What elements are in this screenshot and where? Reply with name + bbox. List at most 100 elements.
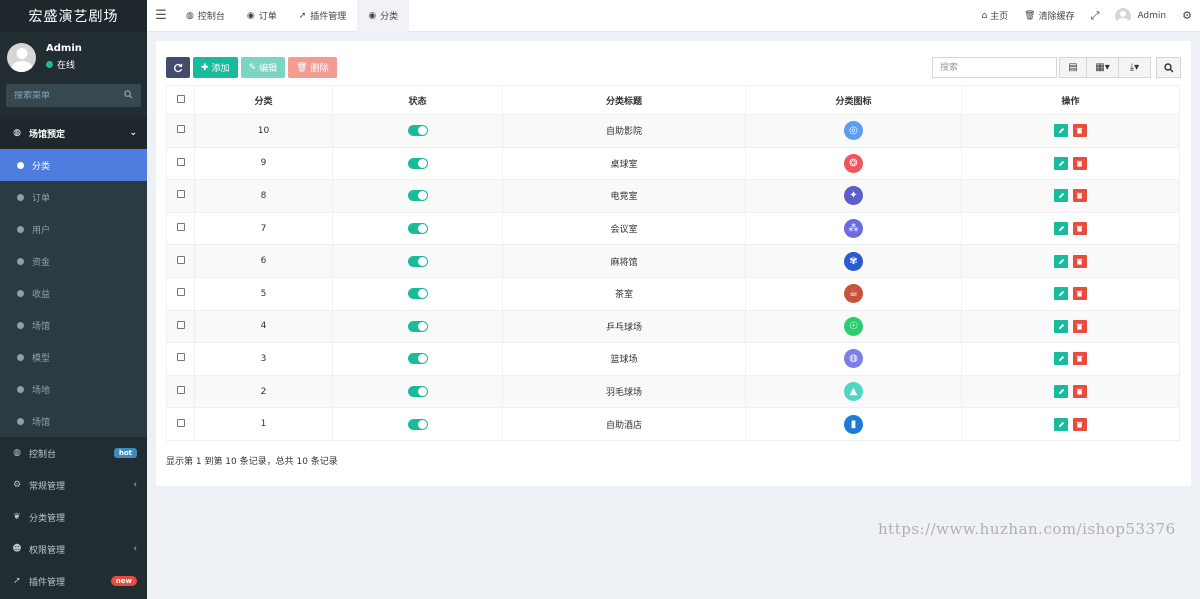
row-delete-button[interactable] bbox=[1072, 189, 1087, 203]
table-row[interactable]: 7 会议室 ⁂ bbox=[166, 211, 1180, 246]
menu-toggle-icon[interactable]: ☰ bbox=[147, 8, 175, 23]
select-all-cell[interactable] bbox=[166, 85, 195, 115]
row-edit-button[interactable] bbox=[1054, 417, 1069, 431]
brand-logo[interactable]: 宏盛演艺剧场 bbox=[0, 0, 147, 32]
row-select-cell[interactable] bbox=[166, 407, 195, 441]
row-select-cell[interactable] bbox=[166, 244, 195, 278]
select-all-checkbox[interactable] bbox=[176, 94, 185, 103]
row-delete-button[interactable] bbox=[1072, 156, 1087, 170]
row-edit-button[interactable] bbox=[1054, 254, 1069, 268]
tab-orders[interactable]: ◉ 订单 bbox=[236, 0, 288, 32]
sidebar-item-funds[interactable]: 资金 bbox=[0, 245, 147, 277]
row-delete-button[interactable] bbox=[1072, 254, 1087, 268]
table-search-input[interactable] bbox=[932, 57, 1057, 78]
sidebar-item-plugins[interactable]: ➚ 插件管理 new bbox=[0, 565, 147, 597]
sidebar-item-general[interactable]: ⚙ 常规管理 ‹ bbox=[0, 469, 147, 501]
sidebar-item-users[interactable]: 用户 bbox=[0, 213, 147, 245]
status-toggle[interactable] bbox=[407, 190, 428, 202]
table-row[interactable]: 2 羽毛球场 ▲ bbox=[166, 374, 1180, 409]
table-row[interactable]: 10 自助影院 ◎ bbox=[166, 114, 1180, 148]
table-row[interactable]: 9 桌球室 ❂ bbox=[166, 146, 1180, 181]
settings-icon[interactable]: ⚙ bbox=[1174, 9, 1200, 22]
row-edit-button[interactable] bbox=[1054, 222, 1069, 236]
add-button[interactable]: ✚ 添加 bbox=[193, 57, 238, 78]
row-checkbox[interactable] bbox=[176, 418, 185, 427]
admin-menu[interactable]: Admin bbox=[1107, 7, 1174, 24]
sidebar-search-input[interactable] bbox=[14, 90, 114, 101]
sidebar-item-venues[interactable]: 场馆 bbox=[0, 309, 147, 341]
table-row[interactable]: 3 篮球场 ◍ bbox=[166, 342, 1180, 376]
column-header-status[interactable]: 状态 bbox=[332, 85, 503, 115]
row-checkbox[interactable] bbox=[176, 223, 185, 232]
row-delete-button[interactable] bbox=[1072, 124, 1087, 138]
row-select-cell[interactable] bbox=[166, 374, 195, 409]
row-edit-button[interactable] bbox=[1054, 287, 1069, 301]
search-icon[interactable] bbox=[124, 89, 133, 102]
row-checkbox[interactable] bbox=[176, 157, 185, 166]
row-delete-button[interactable] bbox=[1072, 319, 1087, 333]
table-row[interactable]: 1 自助酒店 ▮ bbox=[166, 407, 1180, 441]
row-select-cell[interactable] bbox=[166, 342, 195, 376]
sidebar-item-category-manage[interactable]: ❦ 分类管理 bbox=[0, 501, 147, 533]
column-header-icon[interactable]: 分类图标 bbox=[745, 85, 962, 115]
columns-button[interactable]: ▦▾ bbox=[1086, 57, 1119, 78]
row-select-cell[interactable] bbox=[166, 276, 195, 311]
search-button[interactable] bbox=[1156, 57, 1181, 78]
fullscreen-icon[interactable]: ⤢ bbox=[1083, 9, 1108, 23]
home-link[interactable]: ⌂ 主页 bbox=[973, 9, 1016, 23]
status-toggle[interactable] bbox=[407, 418, 428, 430]
row-checkbox[interactable] bbox=[176, 353, 185, 362]
row-checkbox[interactable] bbox=[176, 386, 185, 395]
row-checkbox[interactable] bbox=[176, 288, 185, 297]
sidebar-item-earnings[interactable]: 收益 bbox=[0, 277, 147, 309]
row-checkbox[interactable] bbox=[176, 255, 185, 264]
row-edit-button[interactable] bbox=[1054, 319, 1069, 333]
row-delete-button[interactable] bbox=[1072, 417, 1087, 431]
row-checkbox[interactable] bbox=[176, 190, 185, 199]
toggle-view-button[interactable]: ▤ bbox=[1059, 57, 1087, 78]
status-toggle[interactable] bbox=[407, 320, 428, 332]
status-toggle[interactable] bbox=[407, 157, 428, 169]
sidebar-group-venue-booking[interactable]: ◍ 场馆预定 ⌄ bbox=[0, 117, 147, 149]
clear-cache-button[interactable]: 🗑 清除缓存 bbox=[1016, 9, 1082, 23]
row-select-cell[interactable] bbox=[166, 179, 195, 213]
row-delete-button[interactable] bbox=[1072, 222, 1087, 236]
status-toggle[interactable] bbox=[407, 288, 428, 300]
row-edit-button[interactable] bbox=[1054, 352, 1069, 366]
row-delete-button[interactable] bbox=[1072, 287, 1087, 301]
sidebar-item-halls[interactable]: 场馆 bbox=[0, 405, 147, 437]
sidebar-item-permissions[interactable]: ☻ 权限管理 ‹ bbox=[0, 533, 147, 565]
row-edit-button[interactable] bbox=[1054, 189, 1069, 203]
row-select-cell[interactable] bbox=[166, 114, 195, 148]
row-delete-button[interactable] bbox=[1072, 352, 1087, 366]
row-edit-button[interactable] bbox=[1054, 156, 1069, 170]
sidebar-item-orders[interactable]: 订单 bbox=[0, 181, 147, 213]
sidebar-item-category[interactable]: 分类 bbox=[0, 149, 147, 181]
table-row[interactable]: 4 乒乓球场 ☉ bbox=[166, 309, 1180, 344]
status-toggle[interactable] bbox=[407, 223, 428, 235]
status-toggle[interactable] bbox=[407, 386, 428, 398]
tab-dashboard[interactable]: ◍ 控制台 bbox=[175, 0, 236, 32]
sidebar-item-sites[interactable]: 场地 bbox=[0, 373, 147, 405]
row-select-cell[interactable] bbox=[166, 211, 195, 246]
table-row[interactable]: 5 茶室 ☕ bbox=[166, 276, 1180, 311]
column-header-id[interactable]: 分类 bbox=[194, 85, 333, 115]
export-button[interactable]: ⤓▾ bbox=[1118, 57, 1151, 78]
edit-button[interactable]: ✎ 编辑 bbox=[240, 57, 286, 78]
sidebar-item-dashboard[interactable]: ◍ 控制台 hot bbox=[0, 437, 147, 469]
row-edit-button[interactable] bbox=[1054, 385, 1069, 399]
row-select-cell[interactable] bbox=[166, 146, 195, 181]
row-checkbox[interactable] bbox=[176, 125, 185, 134]
refresh-button[interactable] bbox=[166, 57, 190, 78]
row-select-cell[interactable] bbox=[166, 309, 195, 344]
status-toggle[interactable] bbox=[407, 353, 428, 365]
delete-button[interactable]: 🗑 删除 bbox=[288, 57, 337, 78]
table-row[interactable]: 6 麻将馆 ✾ bbox=[166, 244, 1180, 278]
tab-category[interactable]: ◉ 分类 bbox=[357, 0, 410, 32]
sidebar-search[interactable] bbox=[6, 84, 141, 107]
column-header-title[interactable]: 分类标题 bbox=[502, 85, 746, 115]
sidebar-item-models[interactable]: 模型 bbox=[0, 341, 147, 373]
row-edit-button[interactable] bbox=[1054, 124, 1069, 138]
table-row[interactable]: 8 电竞室 ✦ bbox=[166, 179, 1180, 213]
row-delete-button[interactable] bbox=[1072, 385, 1087, 399]
